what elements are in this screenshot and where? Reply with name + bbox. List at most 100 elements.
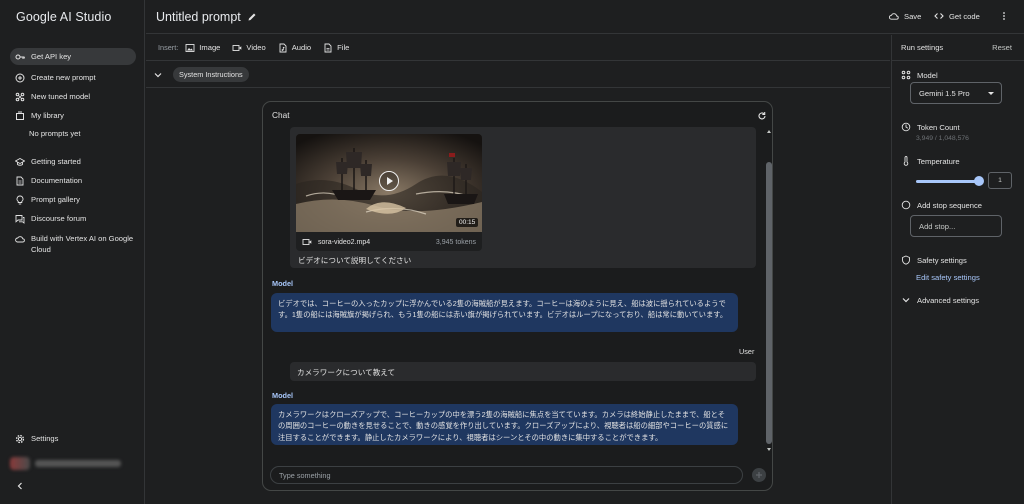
advanced-settings-label: Advanced settings bbox=[917, 295, 980, 305]
token-count-section: Token Count bbox=[901, 122, 960, 132]
sidebar-item-label: No prompts yet bbox=[29, 129, 81, 138]
sidebar-item-new-tuned-model[interactable]: New tuned model bbox=[10, 88, 136, 105]
model-select[interactable]: Gemini 1.5 Pro bbox=[910, 82, 1002, 104]
chat-input[interactable]: Type something bbox=[270, 466, 743, 484]
model-value: Gemini 1.5 Pro bbox=[919, 88, 970, 98]
video-duration-badge: 00:15 bbox=[456, 218, 479, 227]
run-settings-header: Run settings Reset bbox=[892, 35, 1024, 61]
insert-video-button[interactable]: Video bbox=[232, 43, 266, 53]
gear-icon bbox=[15, 434, 25, 444]
insert-label: Insert: bbox=[158, 43, 179, 52]
sidebar-item-prompt-gallery[interactable]: Prompt gallery bbox=[10, 191, 136, 208]
temperature-slider-track[interactable] bbox=[916, 180, 982, 183]
video-meta-row: sora-video2.mp4 3,945 tokens bbox=[296, 233, 482, 251]
temperature-slider-thumb[interactable] bbox=[973, 176, 984, 186]
insert-audio-label: Audio bbox=[291, 43, 312, 52]
shield-icon bbox=[901, 255, 911, 265]
system-instructions-chip[interactable]: System Instructions bbox=[173, 67, 249, 82]
insert-audio-button[interactable]: Audio bbox=[278, 43, 311, 53]
sidebar-item-discourse-forum[interactable]: Discourse forum bbox=[10, 210, 136, 227]
scroll-down-arrow-icon[interactable] bbox=[767, 448, 771, 451]
chevron-down-icon bbox=[901, 295, 911, 305]
sidebar-item-label: Prompt gallery bbox=[31, 195, 80, 204]
chat-scrollbar[interactable] bbox=[765, 128, 772, 454]
model-section: Model bbox=[901, 70, 938, 80]
chevron-down-icon[interactable] bbox=[153, 70, 163, 80]
video-file-icon bbox=[302, 237, 312, 247]
sidebar-item-my-library[interactable]: My library bbox=[10, 107, 136, 124]
scrollbar-thumb[interactable] bbox=[766, 162, 772, 444]
insert-image-label: Image bbox=[199, 43, 221, 52]
model-role-label: Model bbox=[272, 391, 294, 400]
token-icon bbox=[901, 122, 911, 132]
model-message: ビデオでは、コーヒーの入ったカップに浮かんでいる2隻の海賊船が見えます。コーヒー… bbox=[271, 293, 738, 332]
get-code-button[interactable]: Get code bbox=[934, 11, 980, 21]
code-icon bbox=[934, 11, 944, 21]
insert-file-button[interactable]: File bbox=[323, 43, 349, 53]
stop-sequence-label: Add stop sequence bbox=[917, 200, 983, 210]
edit-safety-settings-link[interactable]: Edit safety settings bbox=[916, 273, 980, 282]
token-count-value: 3,949 / 1,048,576 bbox=[916, 135, 969, 142]
user-message: 00:15 sora-video2.mp4 3,945 tokens ビデオにつ… bbox=[290, 127, 756, 268]
reset-button[interactable]: Reset bbox=[992, 43, 1012, 52]
model-icon bbox=[901, 70, 911, 80]
key-icon bbox=[15, 52, 25, 62]
system-instructions-bar: System Instructions bbox=[146, 62, 890, 88]
collapse-sidebar-button[interactable] bbox=[15, 481, 25, 493]
advanced-settings-toggle[interactable]: Advanced settings bbox=[901, 295, 979, 305]
sidebar-item-label: Discourse forum bbox=[31, 214, 87, 223]
sidebar-item-no-prompts: No prompts yet bbox=[10, 125, 136, 142]
play-button[interactable] bbox=[379, 171, 399, 191]
chat-panel: Chat 00:15 sora-video2.mp4 3,945 tokens … bbox=[262, 101, 773, 491]
send-icon bbox=[754, 470, 764, 480]
sidebar-item-getting-started[interactable]: Getting started bbox=[10, 153, 136, 170]
sidebar-item-documentation[interactable]: Documentation bbox=[10, 172, 136, 189]
sidebar-item-label: Build with Vertex AI on Google Cloud bbox=[31, 234, 134, 254]
insert-toolbar: Insert: Image Video Audio File bbox=[146, 35, 890, 61]
app-logo[interactable]: Google AI Studio bbox=[16, 10, 111, 24]
stop-sequence-input[interactable]: Add stop... bbox=[910, 215, 1002, 237]
forum-icon bbox=[15, 214, 25, 224]
sidebar-item-label: My library bbox=[31, 111, 64, 120]
user-message-text: ビデオについて説明してください bbox=[298, 256, 412, 265]
cloud-save-icon bbox=[889, 11, 899, 21]
edit-title-pencil-icon[interactable] bbox=[247, 12, 257, 22]
video-file-name: sora-video2.mp4 bbox=[318, 238, 371, 246]
save-button[interactable]: Save bbox=[889, 11, 921, 21]
sidebar-item-label: Get API key bbox=[31, 52, 72, 61]
prompt-title[interactable]: Untitled prompt bbox=[156, 10, 241, 24]
refresh-icon[interactable] bbox=[757, 111, 767, 121]
sidebar-item-vertex-ai[interactable]: Build with Vertex AI on Google Cloud bbox=[10, 233, 136, 259]
sidebar-item-settings[interactable]: Settings bbox=[10, 430, 136, 447]
sidebar-item-create-new-prompt[interactable]: Create new prompt bbox=[10, 69, 136, 86]
send-button[interactable] bbox=[752, 468, 766, 482]
video-icon bbox=[232, 43, 242, 53]
dropdown-caret-icon bbox=[988, 91, 994, 95]
user-message: カメラワークについて教えて bbox=[290, 362, 756, 381]
temperature-input[interactable]: 1 bbox=[988, 172, 1012, 189]
scroll-up-arrow-icon[interactable] bbox=[767, 130, 771, 133]
account-switcher[interactable] bbox=[6, 455, 134, 471]
more-options-button[interactable] bbox=[999, 11, 1009, 21]
audio-file-icon bbox=[278, 43, 288, 53]
top-header: Untitled prompt Save Get code bbox=[146, 0, 1024, 34]
image-icon bbox=[185, 43, 195, 53]
account-name-redacted bbox=[35, 459, 121, 467]
save-label: Save bbox=[904, 11, 922, 21]
sidebar-item-label: Create new prompt bbox=[31, 73, 96, 82]
insert-image-button[interactable]: Image bbox=[185, 43, 220, 53]
more-vert-icon bbox=[999, 11, 1009, 21]
video-thumbnail[interactable]: 00:15 bbox=[296, 134, 482, 232]
file-icon bbox=[323, 43, 333, 53]
sidebar-item-label: Settings bbox=[31, 434, 59, 443]
plus-circle-icon bbox=[15, 73, 25, 83]
sidebar-item-get-api-key[interactable]: Get API key bbox=[10, 48, 136, 65]
video-attachment[interactable]: 00:15 sora-video2.mp4 3,945 tokens bbox=[296, 134, 482, 251]
sidebar: Google AI Studio Get API key Create new … bbox=[0, 0, 145, 504]
stop-circle-icon bbox=[901, 200, 911, 210]
video-token-count: 3,945 tokens bbox=[435, 238, 476, 246]
cloud-icon bbox=[15, 234, 25, 244]
run-settings-panel: Run settings Reset Model Gemini 1.5 Pro … bbox=[891, 35, 1024, 504]
temperature-section: Temperature bbox=[901, 156, 960, 166]
thermometer-icon bbox=[901, 156, 911, 166]
